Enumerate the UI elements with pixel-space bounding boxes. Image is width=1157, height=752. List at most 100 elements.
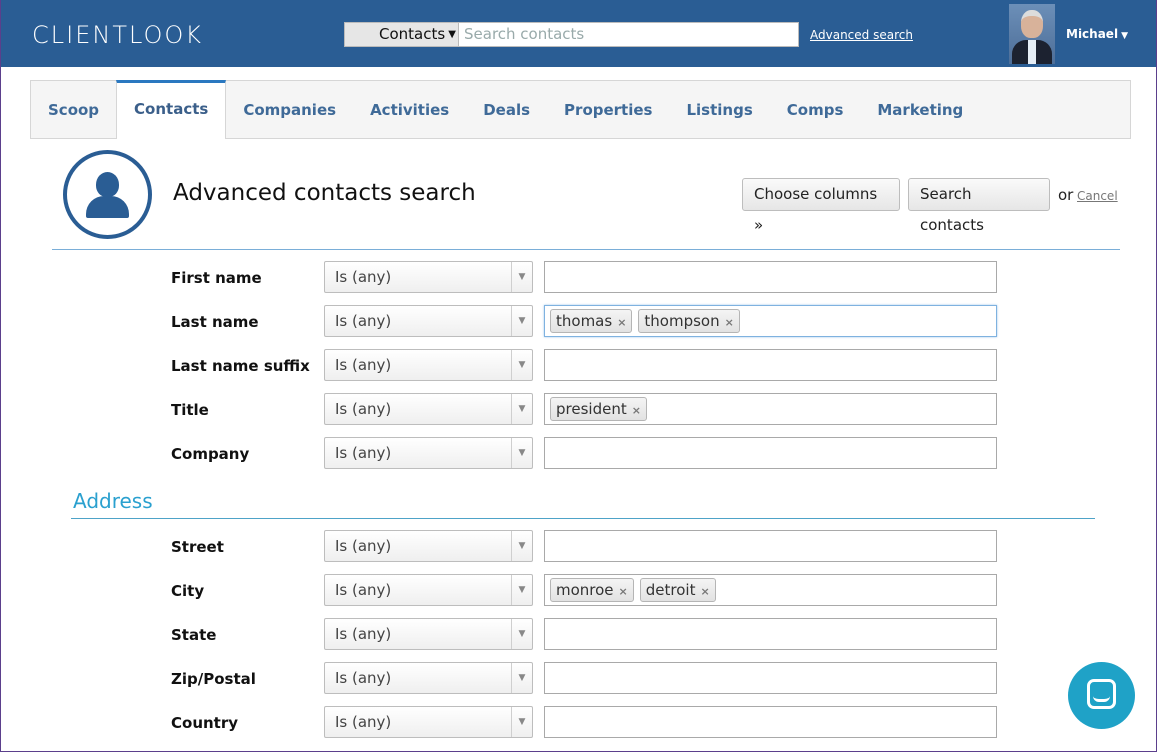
value-input-last-name[interactable]: thomas × thompson × xyxy=(544,305,997,337)
chat-launcher-button[interactable] xyxy=(1068,662,1135,729)
operator-value: Is (any) xyxy=(335,312,392,330)
operator-select-title[interactable]: Is (any) ▼ xyxy=(324,393,533,425)
tab-marketing[interactable]: Marketing xyxy=(860,81,980,138)
operator-select-company[interactable]: Is (any) ▼ xyxy=(324,437,533,469)
value-token: detroit × xyxy=(639,578,716,602)
chat-icon xyxy=(1087,679,1116,709)
remove-token-icon[interactable]: × xyxy=(617,316,626,329)
field-label-last-name: Last name xyxy=(171,313,259,331)
field-row-country: Country Is (any) ▼ xyxy=(1,706,1157,739)
operator-select-city[interactable]: Is (any) ▼ xyxy=(324,574,533,606)
field-label-company: Company xyxy=(171,445,250,463)
operator-value: Is (any) xyxy=(335,356,392,374)
remove-token-icon[interactable]: × xyxy=(700,585,709,598)
value-token: thompson × xyxy=(638,309,740,333)
operator-value: Is (any) xyxy=(335,444,392,462)
field-row-street: Street Is (any) ▼ xyxy=(1,530,1157,563)
user-avatar[interactable] xyxy=(1009,4,1055,64)
search-scope-label: Contacts xyxy=(379,25,446,43)
operator-select-last-name-suffix[interactable]: Is (any) ▼ xyxy=(324,349,533,381)
field-row-first-name: First name Is (any) ▼ xyxy=(1,261,1157,294)
operator-value: Is (any) xyxy=(335,625,392,643)
clientlook-logo[interactable]: CLIENTLOOK xyxy=(32,21,203,49)
chevron-down-icon: ▼ xyxy=(511,531,532,561)
or-text: or xyxy=(1058,186,1074,204)
value-input-city[interactable]: monroe × detroit × xyxy=(544,574,997,606)
field-row-company: Company Is (any) ▼ xyxy=(1,437,1157,470)
chevron-down-icon: ▼ xyxy=(511,438,532,468)
chevron-down-icon: ▼ xyxy=(511,262,532,292)
advanced-search-link[interactable]: Advanced search xyxy=(810,28,913,42)
search-scope-select[interactable]: Contacts ▼ xyxy=(344,22,459,47)
field-label-title: Title xyxy=(171,401,209,419)
field-row-state: State Is (any) ▼ xyxy=(1,618,1157,651)
tab-comps[interactable]: Comps xyxy=(770,81,861,138)
field-label-city: City xyxy=(171,582,205,600)
page-title: Advanced contacts search xyxy=(173,180,476,206)
field-row-last-name: Last name Is (any) ▼ thomas × thompson × xyxy=(1,305,1157,338)
operator-select-state[interactable]: Is (any) ▼ xyxy=(324,618,533,650)
tab-activities[interactable]: Activities xyxy=(353,81,466,138)
operator-value: Is (any) xyxy=(335,669,392,687)
value-input-zip-postal[interactable] xyxy=(544,662,997,694)
operator-select-zip-postal[interactable]: Is (any) ▼ xyxy=(324,662,533,694)
field-row-last-name-suffix: Last name suffix Is (any) ▼ xyxy=(1,349,1157,382)
chevron-down-icon: ▼ xyxy=(511,350,532,380)
divider xyxy=(52,249,1120,250)
chevron-down-icon: ▼ xyxy=(511,306,532,336)
tab-companies[interactable]: Companies xyxy=(226,81,353,138)
chevron-down-icon: ▼ xyxy=(511,663,532,693)
chevron-down-icon: ▼ xyxy=(448,29,456,40)
chevron-down-icon: ▼ xyxy=(511,707,532,737)
field-row-zip-postal: Zip/Postal Is (any) ▼ xyxy=(1,662,1157,695)
token-label: thomas xyxy=(556,312,613,330)
operator-select-street[interactable]: Is (any) ▼ xyxy=(324,530,533,562)
token-label: detroit xyxy=(645,581,696,599)
operator-value: Is (any) xyxy=(335,268,392,286)
operator-value: Is (any) xyxy=(335,713,392,731)
field-label-street: Street xyxy=(171,538,224,556)
search-input[interactable]: Search contacts xyxy=(459,22,799,47)
cancel-link[interactable]: Cancel xyxy=(1077,189,1118,203)
contact-person-icon xyxy=(63,150,152,239)
operator-select-first-name[interactable]: Is (any) ▼ xyxy=(324,261,533,293)
field-label-zip-postal: Zip/Postal xyxy=(171,670,256,688)
tab-properties[interactable]: Properties xyxy=(547,81,669,138)
tab-deals[interactable]: Deals xyxy=(466,81,547,138)
tab-listings[interactable]: Listings xyxy=(669,81,769,138)
field-label-country: Country xyxy=(171,714,239,732)
value-input-last-name-suffix[interactable] xyxy=(544,349,997,381)
remove-token-icon[interactable]: × xyxy=(619,585,628,598)
value-input-title[interactable]: president × xyxy=(544,393,997,425)
token-label: thompson xyxy=(644,312,720,330)
choose-columns-button[interactable]: Choose columns » xyxy=(742,178,900,234)
operator-value: Is (any) xyxy=(335,581,392,599)
remove-token-icon[interactable]: × xyxy=(725,316,734,329)
value-input-street[interactable] xyxy=(544,530,997,562)
operator-select-last-name[interactable]: Is (any) ▼ xyxy=(324,305,533,337)
tab-contacts[interactable]: Contacts xyxy=(116,80,227,139)
operator-select-country[interactable]: Is (any) ▼ xyxy=(324,706,533,738)
value-input-country[interactable] xyxy=(544,706,997,738)
field-label-state: State xyxy=(171,626,217,644)
remove-token-icon[interactable]: × xyxy=(632,404,641,417)
field-row-city: City Is (any) ▼ monroe × detroit × xyxy=(1,574,1157,607)
token-label: monroe xyxy=(556,581,614,599)
value-input-first-name[interactable] xyxy=(544,261,997,293)
chevron-down-icon: ▼ xyxy=(511,619,532,649)
user-menu[interactable]: Michael ▼ xyxy=(1066,27,1128,41)
token-label: president xyxy=(556,400,627,418)
chevron-down-icon: ▼ xyxy=(511,575,532,605)
value-token: monroe × xyxy=(550,578,634,602)
user-name: Michael xyxy=(1066,27,1119,41)
address-section-title: Address xyxy=(73,489,153,513)
search-contacts-button[interactable]: Search contacts xyxy=(908,178,1050,234)
main-nav-tabs: Scoop Contacts Companies Activities Deal… xyxy=(30,80,1131,139)
value-input-state[interactable] xyxy=(544,618,997,650)
field-label-last-name-suffix: Last name suffix xyxy=(171,357,310,375)
value-token: president × xyxy=(550,397,647,421)
tab-scoop[interactable]: Scoop xyxy=(31,81,116,138)
value-input-company[interactable] xyxy=(544,437,997,469)
divider xyxy=(71,518,1095,519)
operator-value: Is (any) xyxy=(335,537,392,555)
